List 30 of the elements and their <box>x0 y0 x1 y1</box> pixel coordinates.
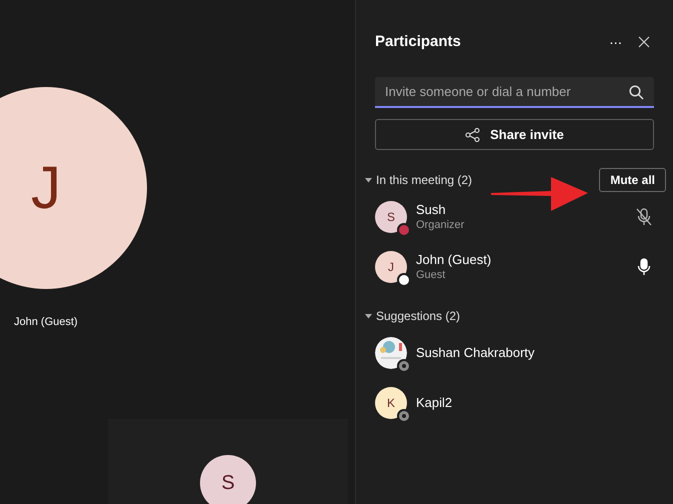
participant-row[interactable]: S Sush Organizer <box>375 192 654 242</box>
share-icon <box>465 128 480 142</box>
avatar: J <box>375 251 407 283</box>
participant-row[interactable]: Sushan Chakraborty <box>375 328 654 378</box>
participant-role: Organizer <box>416 218 466 232</box>
participant-row[interactable]: K Kapil2 <box>375 378 654 428</box>
microphone-icon[interactable] <box>636 258 652 276</box>
avatar: K <box>375 387 407 419</box>
participant-row[interactable]: J John (Guest) Guest <box>375 242 654 292</box>
avatar: S <box>375 201 407 233</box>
collapse-icon[interactable] <box>365 314 372 318</box>
section-header[interactable]: In this meeting (2) <box>376 171 600 189</box>
search-icon[interactable] <box>629 85 644 100</box>
mic-off-icon[interactable] <box>636 208 652 226</box>
participant-name: Kapil2 <box>416 395 454 411</box>
section-header[interactable]: Suggestions (2) <box>376 307 654 325</box>
mute-all-button[interactable]: Mute all <box>599 168 666 192</box>
search-field[interactable]: Invite someone or dial a number <box>375 77 654 108</box>
participant-role: Guest <box>416 268 446 282</box>
collapse-icon[interactable] <box>365 178 372 182</box>
more-options-button[interactable]: ··· <box>609 35 622 49</box>
close-icon[interactable] <box>638 36 650 48</box>
avatar: S <box>200 455 256 504</box>
panel-title: Participants <box>375 32 462 52</box>
participant-name: John (Guest) <box>416 252 492 268</box>
participant-name: John (Guest) <box>14 315 79 329</box>
participant-name: Sush <box>416 202 447 218</box>
share-invite-button[interactable]: Share invite <box>375 119 654 150</box>
avatar: J <box>0 87 147 289</box>
participant-name: Sushan Chakraborty <box>416 345 536 361</box>
